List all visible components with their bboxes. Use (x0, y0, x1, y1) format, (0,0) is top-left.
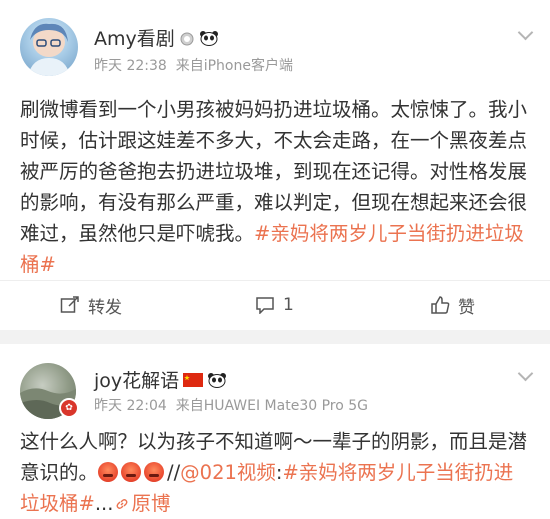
username-text[interactable]: joy花解语 (94, 370, 179, 392)
comment-button[interactable]: 1 (255, 292, 294, 318)
post-source: 来自iPhone客户端 (175, 58, 293, 74)
ellipsis: ... (94, 492, 114, 515)
post-separator (0, 330, 550, 344)
username-text[interactable]: Amy看剧 (94, 28, 175, 50)
post-meta: 昨天 22:04 来自HUAWEI Mate30 Pro 5G (94, 395, 368, 415)
like-label: 赞 (458, 297, 475, 318)
like-button[interactable]: 赞 (430, 292, 475, 318)
divider (0, 280, 550, 281)
verified-badge-icon: ✿ (59, 398, 79, 418)
medal-icon (179, 30, 195, 50)
mention-link[interactable]: @021视频 (180, 461, 276, 484)
post-body: 刷微博看到一个小男孩被妈妈扔进垃圾桶。太惊悚了。我小时候，估计跟这娃差不多大，不… (20, 94, 532, 280)
post-time: 昨天 22:38 (94, 58, 167, 74)
post-time: 昨天 22:04 (94, 398, 167, 414)
repost-label: 转发 (88, 297, 122, 318)
panda-icon (207, 372, 227, 392)
username[interactable]: joy花解语 (94, 366, 227, 393)
repost-button[interactable]: 转发 (60, 292, 122, 318)
original-post-label[interactable]: 原博 (131, 492, 170, 515)
weibo-post-1: Amy看剧 昨天 22:38 来自iPhone客户端 刷微博看到一个小男孩被妈妈… (0, 0, 550, 330)
angry-emoji-icon (98, 462, 119, 482)
username[interactable]: Amy看剧 (94, 24, 219, 51)
repost-icon (60, 296, 79, 313)
original-post-link[interactable]: 原博 (113, 492, 170, 515)
repost-prefix: // (167, 461, 181, 484)
avatar[interactable] (20, 18, 78, 76)
post-meta: 昨天 22:38 来自iPhone客户端 (94, 55, 293, 75)
china-flag-icon (183, 372, 204, 391)
thumbs-up-icon (431, 296, 450, 314)
angry-emoji-icon (121, 462, 142, 482)
post-body: 这什么人啊？以为孩子不知道啊～一辈子的阴影，而且是潜意识的。//@021视频:#… (20, 426, 532, 519)
chevron-down-icon[interactable] (517, 24, 534, 41)
post-source: 来自HUAWEI Mate30 Pro 5G (175, 398, 368, 414)
angry-emoji-icon (144, 462, 165, 482)
link-icon (117, 499, 128, 509)
comment-count: 1 (283, 295, 294, 315)
panda-icon (199, 30, 219, 50)
avatar-illustration (28, 23, 70, 76)
comment-icon (256, 297, 274, 314)
